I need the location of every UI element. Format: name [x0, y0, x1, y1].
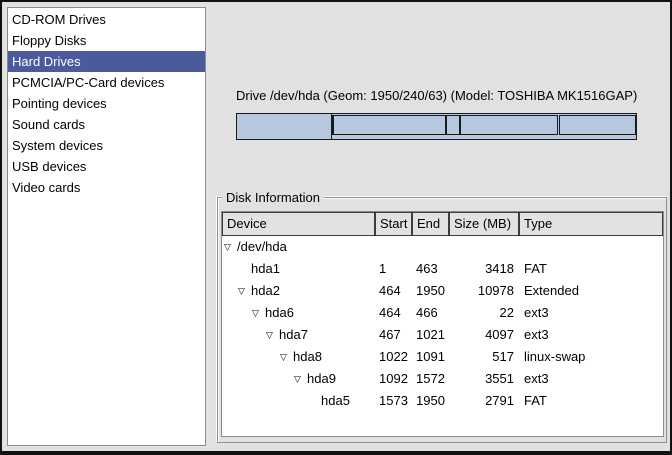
- drive-title: Drive /dev/hda (Geom: 1950/240/63) (Mode…: [236, 88, 637, 103]
- column-header-end[interactable]: End: [412, 212, 449, 236]
- cell-device: ▽/dev/hda: [222, 236, 375, 258]
- tree-indent: [224, 379, 294, 380]
- partition-segment-hda5: [559, 115, 636, 135]
- cell-type: ext3: [519, 302, 663, 324]
- partition-table-body: ▽/dev/hda▽hda114633418FAT▽hda24641950109…: [222, 236, 663, 412]
- cell-size: 2791: [449, 390, 519, 412]
- cell-end: 463: [412, 258, 449, 280]
- table-row-hda2[interactable]: ▽hda2464195010978Extended: [222, 280, 663, 302]
- sidebar-item-floppy-disks[interactable]: Floppy Disks: [8, 30, 205, 51]
- cell-type: Extended: [519, 280, 663, 302]
- cell-type: ext3: [519, 368, 663, 390]
- cell-type: linux-swap: [519, 346, 663, 368]
- cell-size: 4097: [449, 324, 519, 346]
- sidebar-item-pcmcia-pc-card-devices[interactable]: PCMCIA/PC-Card devices: [8, 72, 205, 93]
- tree-indent: [224, 313, 252, 314]
- partition-segment-hda9: [460, 115, 558, 135]
- cell-start: 1: [375, 258, 412, 280]
- cell-size: 3418: [449, 258, 519, 280]
- tree-indent: [224, 269, 238, 270]
- sidebar-item-hard-drives[interactable]: Hard Drives: [8, 51, 205, 72]
- cell-type: FAT: [519, 390, 663, 412]
- cell-start: 1573: [375, 390, 412, 412]
- hardware-browser-window: { "colors": { "selection_blue": "#4a5a9c…: [0, 0, 672, 455]
- column-header-start[interactable]: Start: [375, 212, 412, 236]
- device-label: hda8: [293, 346, 322, 368]
- cell-end: 1950: [412, 280, 449, 302]
- cell-device: ▽hda5: [222, 390, 375, 412]
- device-label: hda2: [251, 280, 280, 302]
- expander-icon[interactable]: ▽: [238, 280, 251, 302]
- sidebar-item-cd-rom-drives[interactable]: CD-ROM Drives: [8, 9, 205, 30]
- cell-device: ▽hda9: [222, 368, 375, 390]
- cell-start: 464: [375, 302, 412, 324]
- expander-icon[interactable]: ▽: [294, 368, 307, 390]
- cell-type: FAT: [519, 258, 663, 280]
- device-category-list: CD-ROM DrivesFloppy DisksHard DrivesPCMC…: [7, 7, 206, 446]
- cell-start: [375, 236, 412, 258]
- tree-indent: [224, 291, 238, 292]
- tree-indent: [224, 401, 308, 402]
- cell-device: ▽hda6: [222, 302, 375, 324]
- sidebar-item-pointing-devices[interactable]: Pointing devices: [8, 93, 205, 114]
- device-label: hda7: [279, 324, 308, 346]
- table-row-hda7[interactable]: ▽hda746710214097ext3: [222, 324, 663, 346]
- cell-size: 517: [449, 346, 519, 368]
- partition-segment-hda7: [333, 115, 446, 135]
- partition-segment-hda8: [446, 115, 460, 135]
- sidebar-item-video-cards[interactable]: Video cards: [8, 177, 205, 198]
- cell-end: [412, 236, 449, 258]
- partition-bar: [236, 113, 637, 140]
- device-label: hda9: [307, 368, 336, 390]
- cell-size: 3551: [449, 368, 519, 390]
- column-header-device[interactable]: Device: [222, 212, 375, 236]
- expander-icon[interactable]: ▽: [224, 236, 237, 258]
- table-row-hda9[interactable]: ▽hda9109215723551ext3: [222, 368, 663, 390]
- cell-size: 22: [449, 302, 519, 324]
- cell-end: 466: [412, 302, 449, 324]
- cell-start: 464: [375, 280, 412, 302]
- table-row-hda6[interactable]: ▽hda646446622ext3: [222, 302, 663, 324]
- partition-table: DeviceStartEndSize (MB)Type ▽/dev/hda▽hd…: [221, 211, 664, 437]
- cell-device: ▽hda1: [222, 258, 375, 280]
- cell-end: 1091: [412, 346, 449, 368]
- cell-start: 1022: [375, 346, 412, 368]
- device-label: /dev/hda: [237, 236, 287, 258]
- cell-size: [449, 236, 519, 258]
- sidebar-item-usb-devices[interactable]: USB devices: [8, 156, 205, 177]
- expander-icon[interactable]: ▽: [266, 324, 279, 346]
- partition-table-header: DeviceStartEndSize (MB)Type: [222, 212, 663, 236]
- cell-device: ▽hda7: [222, 324, 375, 346]
- table-row-hda5[interactable]: ▽hda5157319502791FAT: [222, 390, 663, 412]
- cell-device: ▽hda2: [222, 280, 375, 302]
- expander-icon[interactable]: ▽: [252, 302, 265, 324]
- cell-start: 467: [375, 324, 412, 346]
- disk-information-label: Disk Information: [222, 190, 324, 205]
- partition-segment-hda1: [236, 113, 333, 140]
- device-label: hda6: [265, 302, 294, 324]
- cell-device: ▽hda8: [222, 346, 375, 368]
- partition-segment-hda2: [331, 113, 637, 140]
- table-row-hda8[interactable]: ▽hda810221091517linux-swap: [222, 346, 663, 368]
- table-row-hda1[interactable]: ▽hda114633418FAT: [222, 258, 663, 280]
- cell-end: 1021: [412, 324, 449, 346]
- tree-indent: [224, 335, 266, 336]
- device-label: hda5: [321, 390, 350, 412]
- sidebar-item-system-devices[interactable]: System devices: [8, 135, 205, 156]
- cell-end: 1950: [412, 390, 449, 412]
- cell-start: 1092: [375, 368, 412, 390]
- column-header-size[interactable]: Size (MB): [449, 212, 519, 236]
- cell-type: ext3: [519, 324, 663, 346]
- device-label: hda1: [251, 258, 280, 280]
- column-header-type[interactable]: Type: [519, 212, 663, 236]
- cell-end: 1572: [412, 368, 449, 390]
- cell-size: 10978: [449, 280, 519, 302]
- table-row-dev-hda[interactable]: ▽/dev/hda: [222, 236, 663, 258]
- tree-indent: [224, 357, 280, 358]
- sidebar-item-sound-cards[interactable]: Sound cards: [8, 114, 205, 135]
- expander-icon[interactable]: ▽: [280, 346, 293, 368]
- cell-type: [519, 236, 663, 258]
